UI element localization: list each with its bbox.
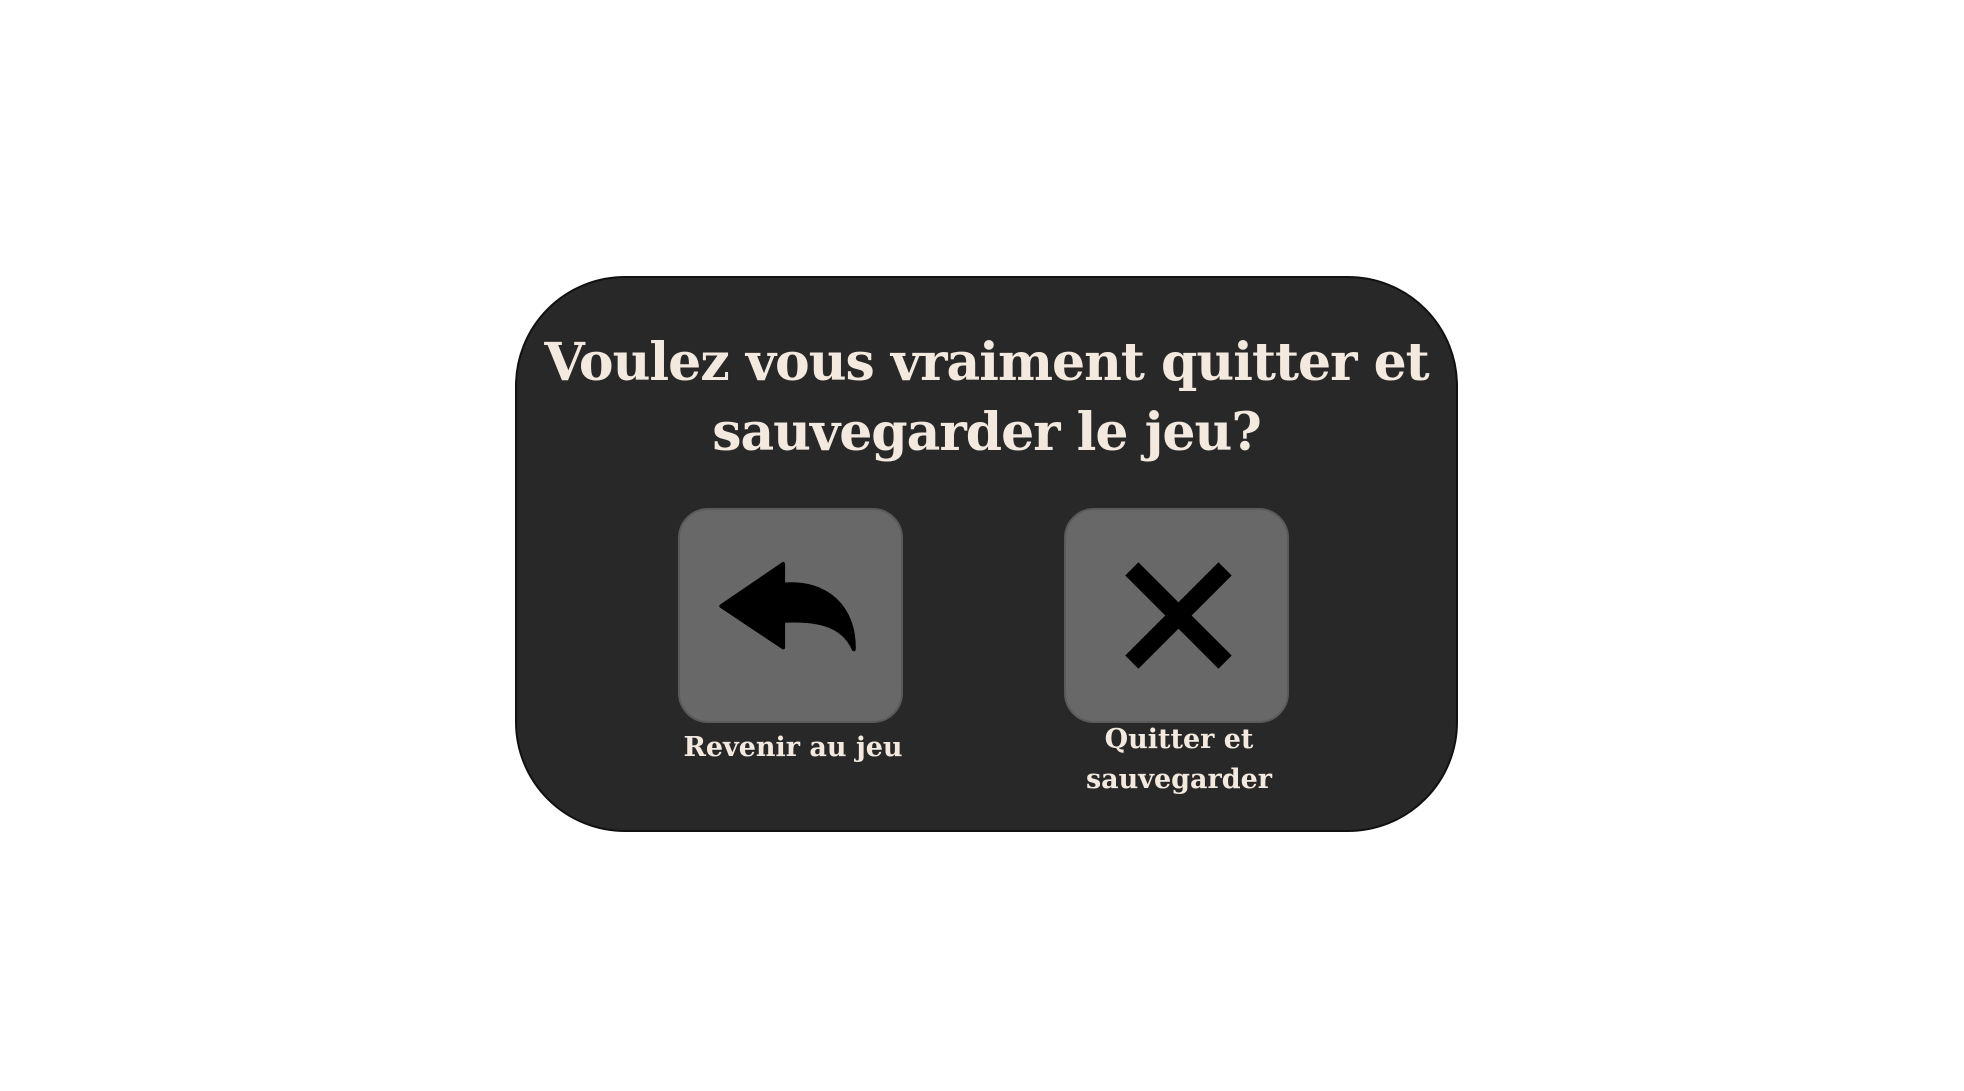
return-to-game-button[interactable] [678,508,903,723]
back-arrow-icon [719,562,856,652]
return-to-game-label: Revenir au jeu [683,732,903,763]
quit-confirm-dialog: Voulez vous vraiment quitter et sauvegar… [515,276,1458,832]
quit-and-save-action: Quitter et sauvegarder [1064,508,1294,795]
quit-and-save-button[interactable] [1064,508,1289,723]
quit-and-save-label: Quitter et sauvegarder [1085,724,1273,795]
dialog-question: Voulez vous vraiment quitter et sauvegar… [544,332,1429,463]
close-x-icon [1125,562,1232,669]
return-to-game-action: Revenir au jeu [678,508,908,763]
pause-screen: Voulez vous vraiment quitter et sauvegar… [0,0,1964,1091]
